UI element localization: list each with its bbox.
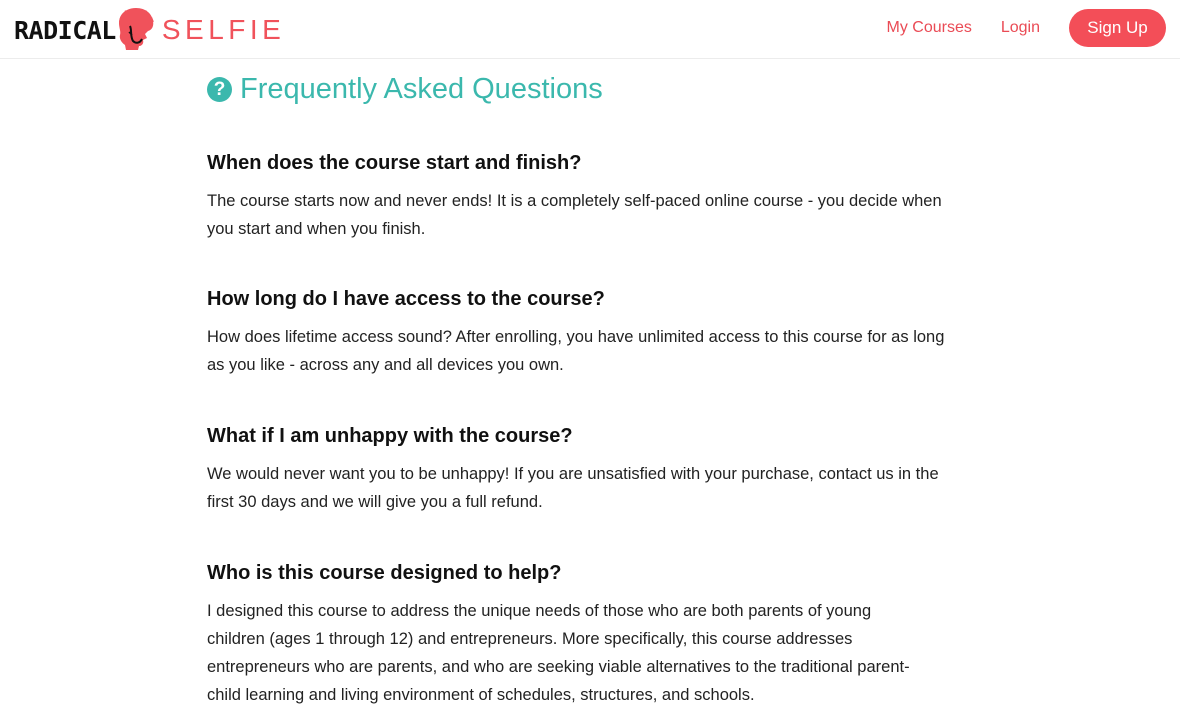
faq-question: When does the course start and finish? — [207, 152, 582, 174]
faq-answer: We would never want you to be unhappy! I… — [207, 465, 939, 511]
sign-up-button[interactable]: Sign Up — [1069, 9, 1166, 47]
faq-question: Who is this course designed to help? — [207, 562, 562, 584]
afro-head-logo-icon — [118, 8, 154, 50]
faq-item: How long do I have access to the course?… — [207, 286, 967, 379]
faq-item: Who is this course designed to help? I d… — [207, 560, 967, 709]
faq-question: How long do I have access to the course? — [207, 288, 605, 310]
faq-heading: ? Frequently Asked Questions — [207, 70, 967, 108]
faq-title-text: Frequently Asked Questions — [240, 72, 603, 105]
faq-answer: How does lifetime access sound? After en… — [207, 328, 945, 374]
nav-links: My Courses Login Sign Up — [886, 9, 1166, 47]
faq-question: What if I am unhappy with the course? — [207, 425, 573, 447]
faq-item: When does the course start and finish? T… — [207, 150, 967, 243]
brand-name-radical: RADICAL — [14, 15, 116, 45]
faq-item: What if I am unhappy with the course? We… — [207, 423, 967, 516]
nav-my-courses-link[interactable]: My Courses — [886, 19, 971, 37]
question-circle-icon: ? — [207, 76, 232, 102]
top-navbar: RADICAL SELFIE My Courses Login Sign Up — [0, 0, 1180, 59]
brand-name-selfie: SELFIE — [161, 14, 286, 45]
nav-login-link[interactable]: Login — [1001, 19, 1040, 37]
faq-answer: I designed this course to address the un… — [207, 602, 910, 704]
faq-answer: The course starts now and never ends! It… — [207, 192, 942, 238]
brand-logo[interactable]: RADICAL SELFIE — [14, 6, 285, 52]
faq-section: ? Frequently Asked Questions When does t… — [207, 70, 967, 709]
